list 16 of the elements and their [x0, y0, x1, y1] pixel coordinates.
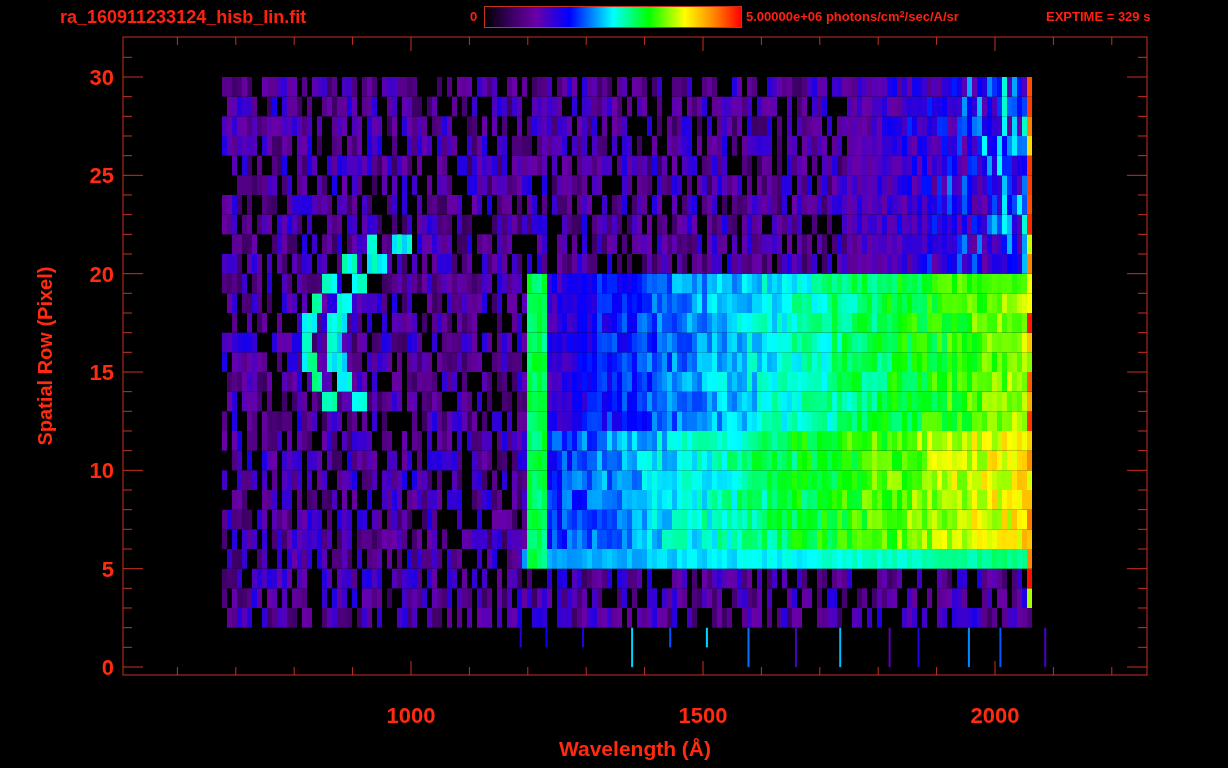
- x-axis-label: Wavelength (Å): [558, 737, 712, 760]
- x-tick-label: 2000: [970, 703, 1020, 728]
- y-tick-label: 10: [89, 458, 114, 484]
- x-tick-label: 1500: [678, 703, 728, 728]
- y-tick-label: 20: [89, 261, 114, 287]
- file-title: ra_160911233124_hisb_lin.fit: [60, 5, 308, 29]
- exposure-time: EXPTIME = 329 s: [1046, 8, 1151, 27]
- y-tick-label: 5: [101, 556, 114, 582]
- y-tick-label: 25: [89, 163, 114, 189]
- y-axis-label: Spatial Row (Pixel): [34, 266, 56, 446]
- colorbar-max-label: 5.00000e+06 photons/cm$^{2}$/sec/A/sr: [746, 7, 960, 27]
- y-tick-label: 0: [101, 655, 114, 680]
- y-tick-label: 15: [89, 360, 114, 385]
- y-tick-label: 30: [89, 65, 114, 90]
- x-tick-label: 1000: [386, 703, 436, 728]
- colorbar-min-label: 0: [470, 8, 479, 27]
